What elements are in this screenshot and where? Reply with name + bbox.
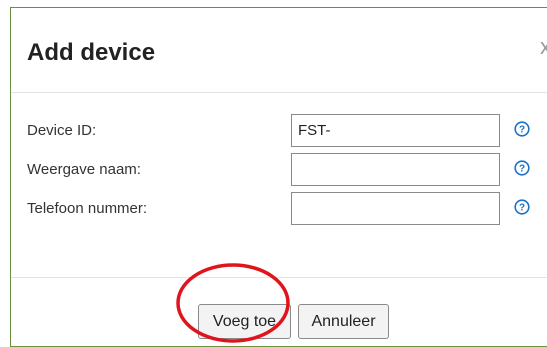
display-name-label: Weergave naam: — [27, 161, 141, 178]
device-id-input[interactable] — [291, 114, 500, 147]
cancel-button[interactable]: Annuleer — [298, 304, 389, 339]
close-icon[interactable]: x — [540, 36, 547, 58]
form-row-device-id: Device ID: ? — [27, 114, 547, 148]
device-id-label: Device ID: — [27, 122, 97, 139]
dialog-title: Add device — [27, 39, 156, 66]
help-icon[interactable]: ? — [514, 199, 530, 215]
phone-number-label: Telefoon nummer: — [27, 200, 148, 217]
add-device-dialog: Add device x Device ID: ? Weergave naam:… — [10, 7, 547, 347]
help-icon[interactable]: ? — [514, 121, 530, 137]
display-name-input[interactable] — [291, 153, 500, 186]
svg-text:?: ? — [519, 164, 525, 175]
dialog-header: Add device x — [11, 8, 547, 93]
svg-text:?: ? — [519, 125, 525, 136]
phone-number-input[interactable] — [291, 192, 500, 225]
form-row-phone-number: Telefoon nummer: ? — [27, 192, 547, 226]
add-button[interactable]: Voeg toe — [198, 304, 291, 339]
form-row-display-name: Weergave naam: ? — [27, 153, 547, 187]
dialog-footer: Voeg toe Annuleer — [11, 277, 547, 347]
help-icon[interactable]: ? — [514, 160, 530, 176]
svg-text:?: ? — [519, 203, 525, 214]
